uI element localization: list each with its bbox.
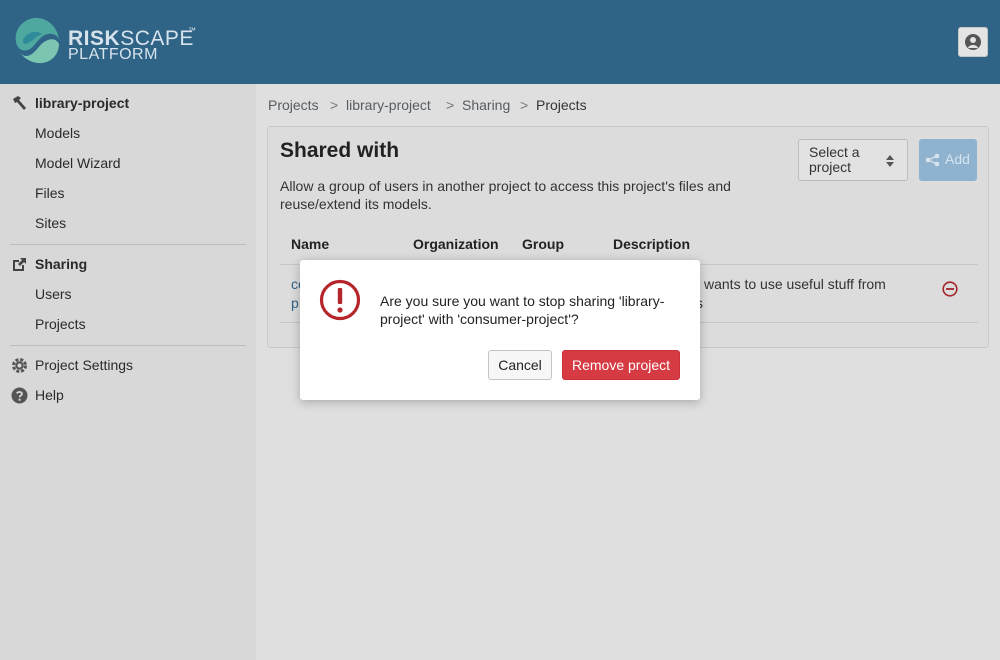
warning-circle-icon (319, 279, 361, 321)
remove-project-button[interactable]: Remove project (562, 350, 680, 380)
cancel-button[interactable]: Cancel (488, 350, 552, 380)
confirm-dialog: Are you sure you want to stop sharing 'l… (300, 260, 700, 400)
dialog-message: Are you sure you want to stop sharing 'l… (380, 293, 665, 327)
